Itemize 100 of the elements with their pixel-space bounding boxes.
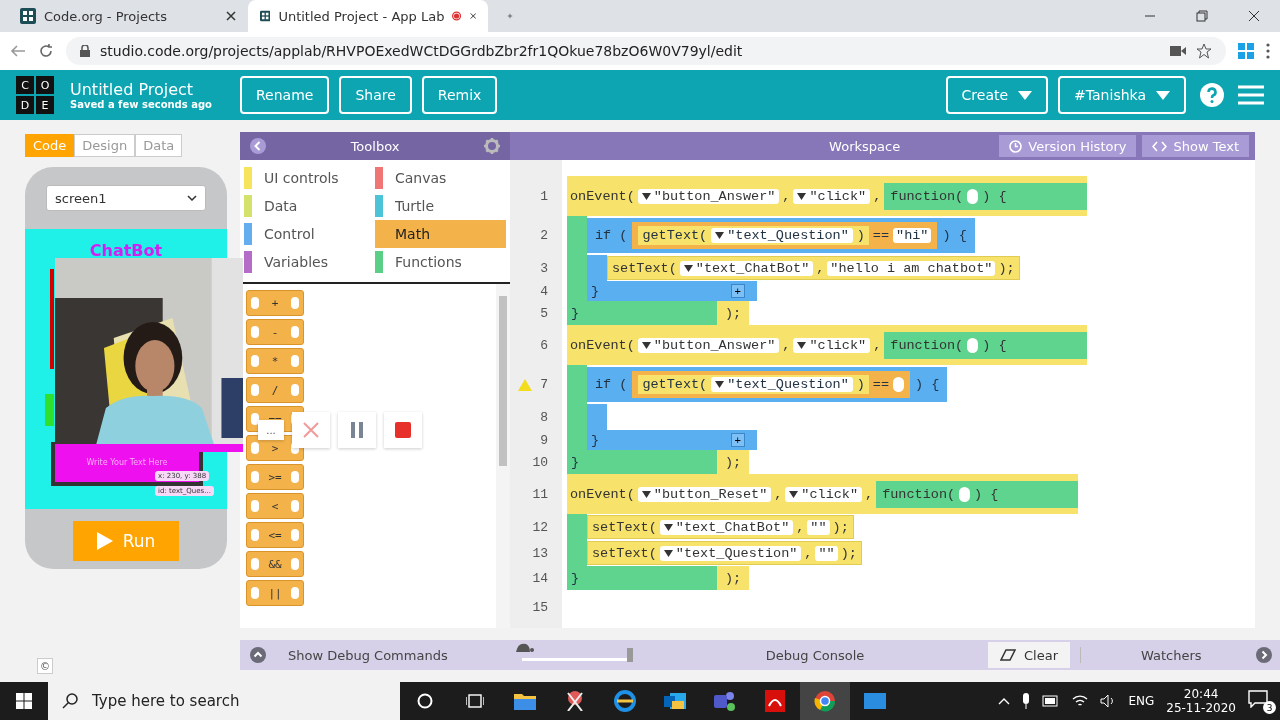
operator-block[interactable]: || [246, 580, 304, 606]
menu-icon[interactable] [1238, 85, 1264, 105]
event-block[interactable]: onEvent( "button_Answer" , "click" , function( ) { [567, 176, 1087, 216]
dropdown-field[interactable]: "button_Answer" [637, 337, 780, 353]
dropdown-field[interactable]: "text_Question" [659, 545, 802, 561]
function-block[interactable]: function( ) { [876, 480, 1079, 508]
string-field[interactable]: "" [807, 519, 830, 535]
dropdown-field[interactable]: "click" [793, 188, 871, 204]
close-icon[interactable] [1248, 10, 1260, 22]
help-icon[interactable] [1200, 83, 1224, 107]
code-text: , [873, 337, 882, 353]
gettext-block[interactable]: getText( "text_Question" ) [638, 226, 869, 245]
chevron-icon[interactable] [998, 697, 1011, 705]
event-block[interactable]: onEvent( "button_Reset" , "click" , function( ) { [567, 474, 1079, 514]
close-icon[interactable] [226, 11, 236, 21]
task-view-icon[interactable] [466, 694, 484, 708]
search-field[interactable]: Type here to search [48, 682, 400, 720]
dropdown-field[interactable]: "click" [785, 486, 863, 502]
operator-block[interactable]: < [246, 493, 304, 519]
function-block[interactable]: function( ) { [884, 182, 1087, 210]
add-else-button[interactable]: + [730, 433, 745, 447]
debug-commands-toggle[interactable]: Show Debug Commands [288, 647, 448, 663]
mail-icon[interactable] [664, 691, 686, 711]
operator-block[interactable]: - [246, 319, 304, 345]
dropdown-field[interactable]: "button_Reset" [637, 486, 772, 502]
expand-icon[interactable] [1256, 647, 1272, 663]
star-icon[interactable] [1196, 43, 1212, 59]
expand-icon[interactable] [250, 647, 266, 663]
comparison-block[interactable]: getText( "text_Question" ) == "hi" [632, 222, 938, 249]
camera-icon[interactable] [1170, 46, 1186, 56]
back-icon[interactable] [10, 43, 26, 59]
category-item[interactable]: Variables [244, 248, 375, 276]
category-item[interactable]: Data [244, 192, 375, 220]
category-item[interactable]: Control [244, 220, 375, 248]
windows-icon[interactable] [1238, 43, 1254, 59]
battery-icon[interactable] [1042, 695, 1061, 707]
address-bar[interactable]: studio.code.org/projects/applab/RHVPOExedWCtDGGrdbZbr2fr1QOkue78bzO6W0V79yl/edit [66, 37, 1226, 65]
category-item[interactable]: UI controls [244, 164, 375, 192]
gettext-block[interactable]: getText( "text_Question" ) [638, 375, 869, 394]
pause-button[interactable] [338, 412, 376, 448]
operator-block[interactable]: && [246, 551, 304, 577]
reload-icon[interactable] [38, 43, 54, 59]
function-block[interactable]: function( ) { [884, 331, 1087, 359]
people-icon[interactable] [714, 691, 736, 711]
if-block[interactable]: if ( getText( "text_Question" ) == "hi" ) { [587, 218, 975, 253]
string-field[interactable]: "hello i am chatbot" [827, 260, 996, 276]
screen-select[interactable]: screen1 [46, 185, 206, 211]
if-block[interactable]: if ( getText( "text_Question" ) == ) { [587, 367, 948, 402]
slider-thumb[interactable] [626, 648, 633, 662]
scrollbar[interactable] [496, 284, 510, 628]
microphone-icon[interactable] [1022, 693, 1031, 709]
dropdown-field[interactable]: "text_ChatBot" [679, 260, 814, 276]
code-text: } [571, 305, 580, 321]
windows-icon[interactable] [16, 693, 32, 709]
clock-date[interactable]: 25-11-2020 [1166, 701, 1236, 715]
browser-icon[interactable] [814, 690, 836, 712]
document-icon[interactable] [765, 690, 785, 712]
collapse-icon[interactable] [250, 138, 266, 154]
string-field[interactable]: "hi" [893, 228, 932, 243]
stop-button[interactable] [384, 412, 422, 448]
clear-button[interactable]: Clear [988, 642, 1070, 668]
kebab-menu-icon[interactable] [1266, 43, 1270, 59]
panel-title: Workspace [828, 138, 902, 154]
category-item[interactable]: Turtle [375, 192, 506, 220]
settext-block[interactable]: setText( "text_ChatBot" , "" ); [587, 515, 854, 539]
restore-icon[interactable] [1196, 10, 1208, 22]
wifi-icon[interactable] [1072, 694, 1089, 708]
dropdown-field[interactable]: "text_Question" [711, 377, 853, 392]
category-item[interactable]: Functions [375, 248, 506, 276]
dropdown-field[interactable]: "text_Question" [711, 228, 853, 243]
watchers-label[interactable]: Watchers [1141, 647, 1202, 663]
language-indicator[interactable]: ENG [1128, 694, 1155, 708]
copyright-button[interactable]: © [37, 658, 53, 674]
globe-icon[interactable] [614, 690, 636, 712]
circle-icon[interactable] [417, 693, 433, 709]
clock-time[interactable]: 20:44 [1183, 687, 1219, 701]
comparison-block[interactable]: getText( "text_Question" ) == [632, 371, 911, 398]
code-text: onEvent( [570, 188, 635, 204]
operator-block[interactable]: + [246, 290, 304, 316]
operator-block[interactable]: / [246, 377, 304, 403]
operator-block[interactable]: * [246, 348, 304, 374]
event-block[interactable]: onEvent( "button_Answer" , "click" , function( ) { [567, 325, 1087, 365]
dropdown-field[interactable]: "text_ChatBot" [659, 519, 794, 535]
add-else-button[interactable]: + [730, 284, 745, 298]
more-button[interactable]: ... [258, 420, 284, 440]
category-item[interactable]: Canvas [375, 164, 506, 192]
operator-block[interactable]: >= [246, 464, 304, 490]
folder-icon[interactable] [514, 692, 536, 710]
string-field[interactable]: "" [815, 545, 838, 561]
dropdown-field[interactable]: "click" [793, 337, 871, 353]
caret-icon [715, 381, 725, 388]
operator-block[interactable]: <= [246, 522, 304, 548]
close-icon[interactable] [469, 11, 476, 21]
browser-tab[interactable]: Untitled Project - App Lab [248, 0, 488, 32]
settings-icon[interactable] [484, 138, 500, 154]
settext-block[interactable]: setText( "text_Question" , "" ); [587, 541, 862, 565]
settext-block[interactable]: setText( "text_ChatBot" , "hello i am chatbot" ); [607, 256, 1020, 280]
category-item[interactable]: Math [375, 220, 506, 248]
browser-tab[interactable]: Code.org - Projects [8, 0, 248, 32]
dropdown-field[interactable]: "button_Answer" [637, 188, 780, 204]
